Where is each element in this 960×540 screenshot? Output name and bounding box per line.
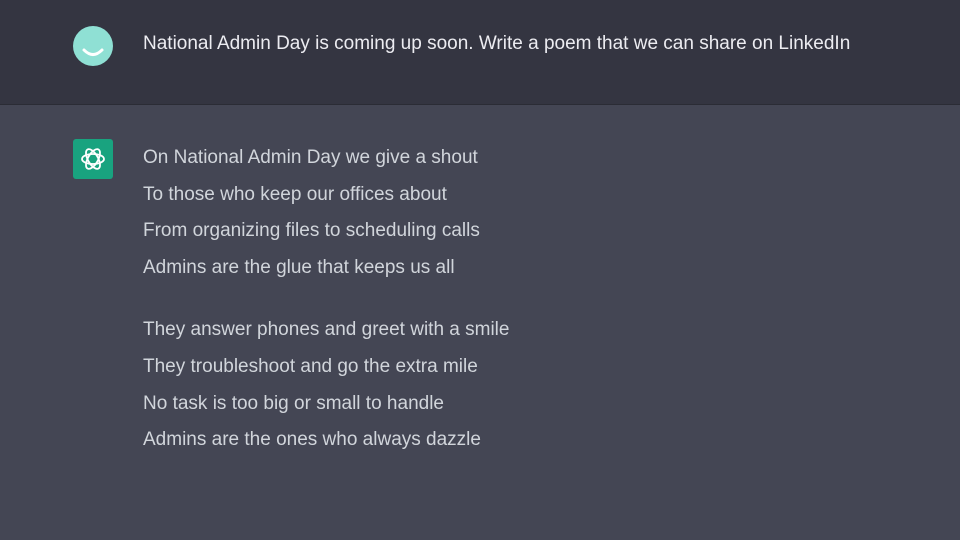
smiley-avatar-icon — [73, 26, 113, 66]
poem-stanza: They answer phones and greet with a smil… — [143, 315, 509, 461]
openai-logo-icon — [73, 139, 113, 179]
assistant-poem: On National Admin Day we give a shout To… — [143, 143, 509, 488]
user-message-row: National Admin Day is coming up soon. Wr… — [0, 0, 960, 105]
poem-line: They answer phones and greet with a smil… — [143, 319, 510, 341]
poem-stanza: On National Admin Day we give a shout To… — [143, 143, 509, 289]
poem-line: On National Admin Day we give a shout — [143, 147, 478, 168]
assistant-message-row: On National Admin Day we give a shout To… — [0, 105, 960, 540]
poem-line: To those who keep our offices about — [143, 183, 447, 205]
user-message-text: National Admin Day is coming up soon. Wr… — [143, 33, 851, 54]
poem-line: Admins are the glue that keeps us all — [143, 256, 455, 278]
poem-line: They troubleshoot and go the extra mile — [143, 355, 478, 377]
poem-line: No task is too big or small to handle — [143, 392, 444, 414]
poem-line: Admins are the ones who always dazzle — [143, 429, 481, 451]
poem-line: From organizing files to scheduling call… — [143, 220, 480, 242]
